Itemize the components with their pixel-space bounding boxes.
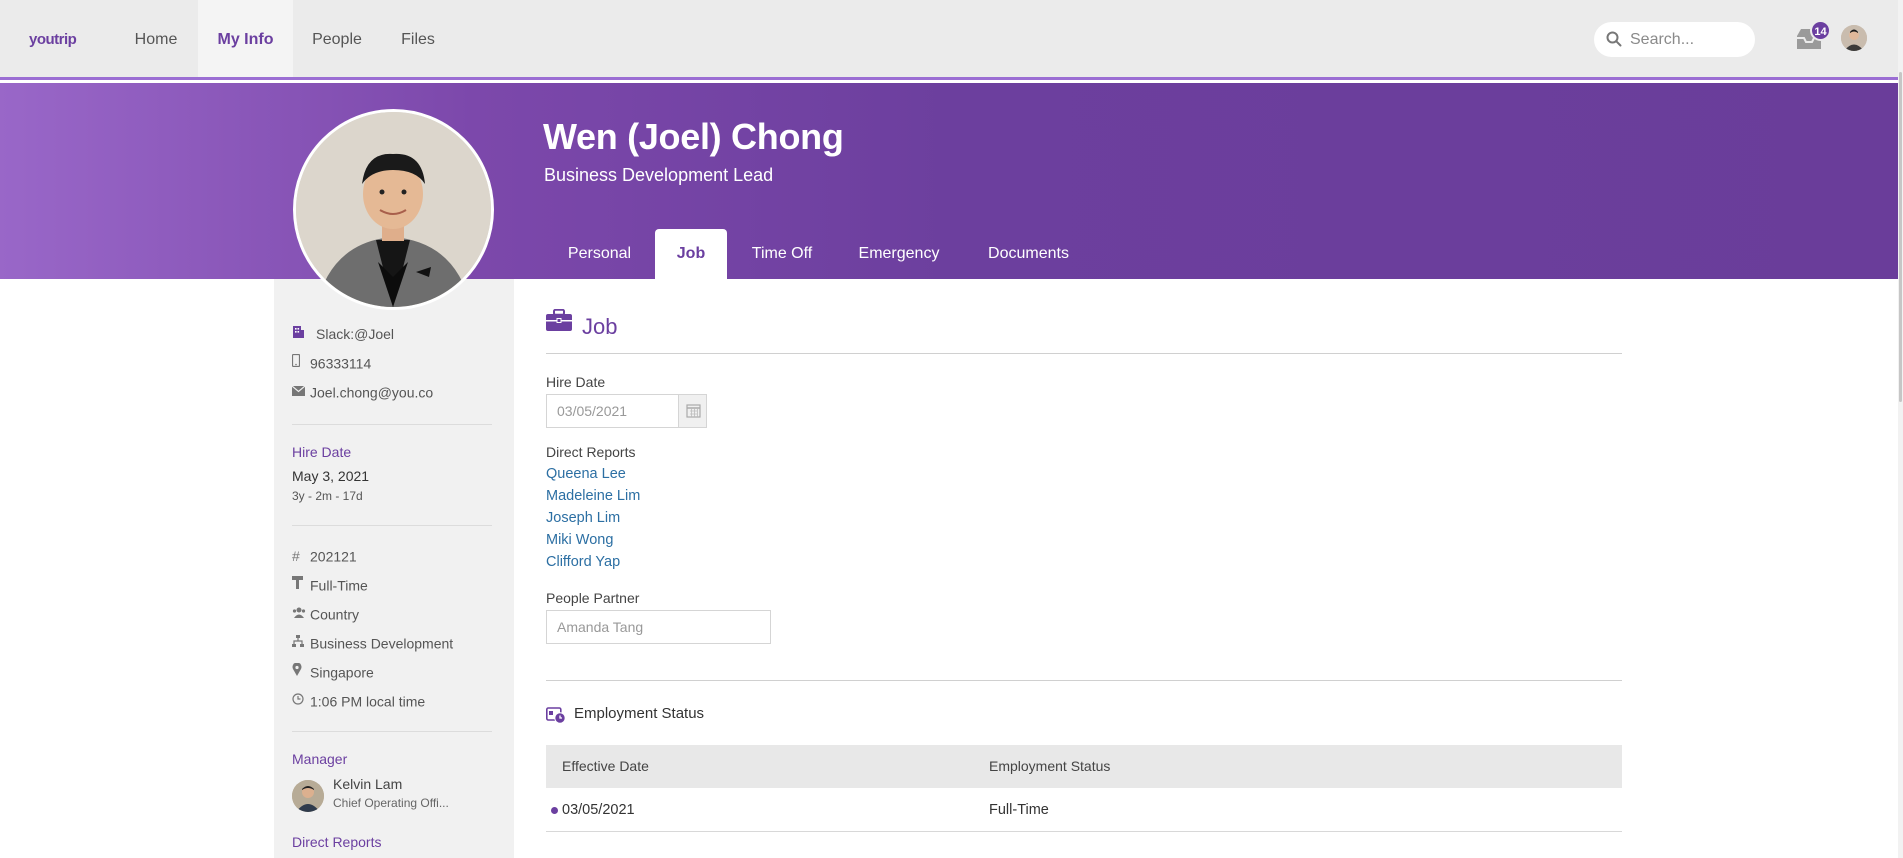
sidebar-local-time: 1:06 PM local time — [292, 690, 425, 710]
id-card-clock-icon — [546, 707, 566, 724]
nav-home[interactable]: Home — [118, 0, 194, 77]
manager-title: Chief Operating Offi... — [333, 796, 449, 810]
notification-badge: 14 — [1810, 20, 1831, 41]
user-avatar[interactable] — [1841, 25, 1867, 51]
direct-reports-label: Direct Reports — [546, 444, 636, 460]
map-pin-icon — [292, 662, 310, 682]
section-divider — [546, 353, 1622, 354]
sidebar-phone: 96333114 — [291, 352, 371, 373]
sidebar-hire-date: May 3, 2021 — [292, 468, 370, 484]
profile-sidebar: Slack:@Joel 96333114 Joel.chong@you.co H… — [274, 279, 514, 858]
employment-status-title: Employment Status — [574, 705, 705, 722]
direct-report-link[interactable]: Joseph Lim — [546, 510, 620, 526]
sidebar-employment-type: Full-Time — [292, 574, 368, 594]
search-icon — [1606, 31, 1622, 47]
cell-effective-date: 03/05/2021 — [562, 802, 635, 818]
nav-people[interactable]: People — [301, 0, 373, 77]
tab-personal[interactable]: Personal — [552, 229, 647, 279]
sidebar-employee-id: #202121 — [292, 548, 357, 565]
users-icon — [292, 604, 310, 624]
hire-date-label: Hire Date — [546, 374, 606, 390]
sidebar-department: Business Development — [292, 632, 453, 652]
manager-name[interactable]: Kelvin Lam — [333, 776, 402, 792]
direct-report-link[interactable]: Queena Lee — [546, 466, 626, 482]
sidebar-division: Country — [292, 603, 359, 623]
sidebar-hire-date-heading: Hire Date — [292, 444, 352, 460]
sidebar-direct-reports-heading: Direct Reports — [292, 834, 382, 850]
profile-photo — [293, 109, 494, 310]
search-input[interactable] — [1630, 28, 1745, 52]
sidebar-location: Singapore — [292, 661, 374, 681]
top-navigation: youtrip Home My Info People Files 14 — [0, 0, 1903, 80]
hire-date-input[interactable] — [547, 395, 677, 427]
tab-emergency[interactable]: Emergency — [851, 229, 947, 279]
sidebar-slack: Slack:@Joel — [292, 323, 394, 343]
tab-time-off[interactable]: Time Off — [741, 229, 823, 279]
profile-name: Wen (Joel) Chong — [543, 116, 844, 157]
job-content: Job Hire Date Direct Reports Queena Lee … — [514, 279, 1898, 858]
briefcase-icon — [546, 309, 572, 331]
tab-job[interactable]: Job — [655, 229, 727, 279]
hire-date-field — [546, 394, 707, 428]
hash-icon: # — [292, 548, 300, 565]
sidebar-tenure: 3y - 2m - 17d — [292, 489, 363, 503]
sidebar-divider — [292, 424, 492, 425]
current-row-indicator — [551, 807, 558, 814]
employment-status-table-header: Effective Date Employment Status — [546, 745, 1622, 788]
direct-report-link[interactable]: Miki Wong — [546, 532, 613, 548]
sidebar-manager-heading: Manager — [292, 751, 348, 767]
manager-avatar[interactable] — [292, 780, 324, 812]
building-icon — [292, 324, 310, 344]
search-box — [1594, 22, 1755, 57]
section-title-job: Job — [582, 314, 618, 339]
cell-employment-status: Full-Time — [989, 802, 1049, 818]
profile-header — [0, 83, 1898, 279]
sidebar-email: Joel.chong@you.co — [291, 381, 433, 402]
people-partner-label: People Partner — [546, 590, 640, 606]
column-employment-status[interactable]: Employment Status — [989, 745, 1110, 788]
mobile-phone-icon — [291, 353, 310, 373]
calendar-button[interactable] — [678, 395, 706, 427]
sidebar-divider — [292, 525, 492, 526]
envelope-icon — [291, 382, 310, 402]
section-divider — [546, 680, 1622, 681]
paint-roller-icon — [292, 575, 310, 595]
nav-my-info[interactable]: My Info — [198, 0, 293, 77]
scrollbar-thumb[interactable] — [1899, 72, 1902, 402]
sitemap-icon — [292, 633, 310, 653]
people-partner-field[interactable]: Amanda Tang — [546, 610, 771, 644]
table-row: 03/05/2021 Full-Time — [546, 788, 1622, 832]
tab-documents[interactable]: Documents — [977, 229, 1080, 279]
direct-report-link[interactable]: Madeleine Lim — [546, 488, 640, 504]
profile-job-title: Business Development Lead — [544, 165, 774, 185]
direct-report-link[interactable]: Clifford Yap — [546, 554, 620, 570]
nav-files[interactable]: Files — [391, 0, 445, 77]
app-logo[interactable]: youtrip — [29, 31, 77, 48]
sidebar-divider — [292, 731, 492, 732]
clock-icon — [292, 691, 310, 711]
column-effective-date[interactable]: Effective Date — [562, 745, 649, 788]
calendar-icon — [686, 404, 701, 418]
